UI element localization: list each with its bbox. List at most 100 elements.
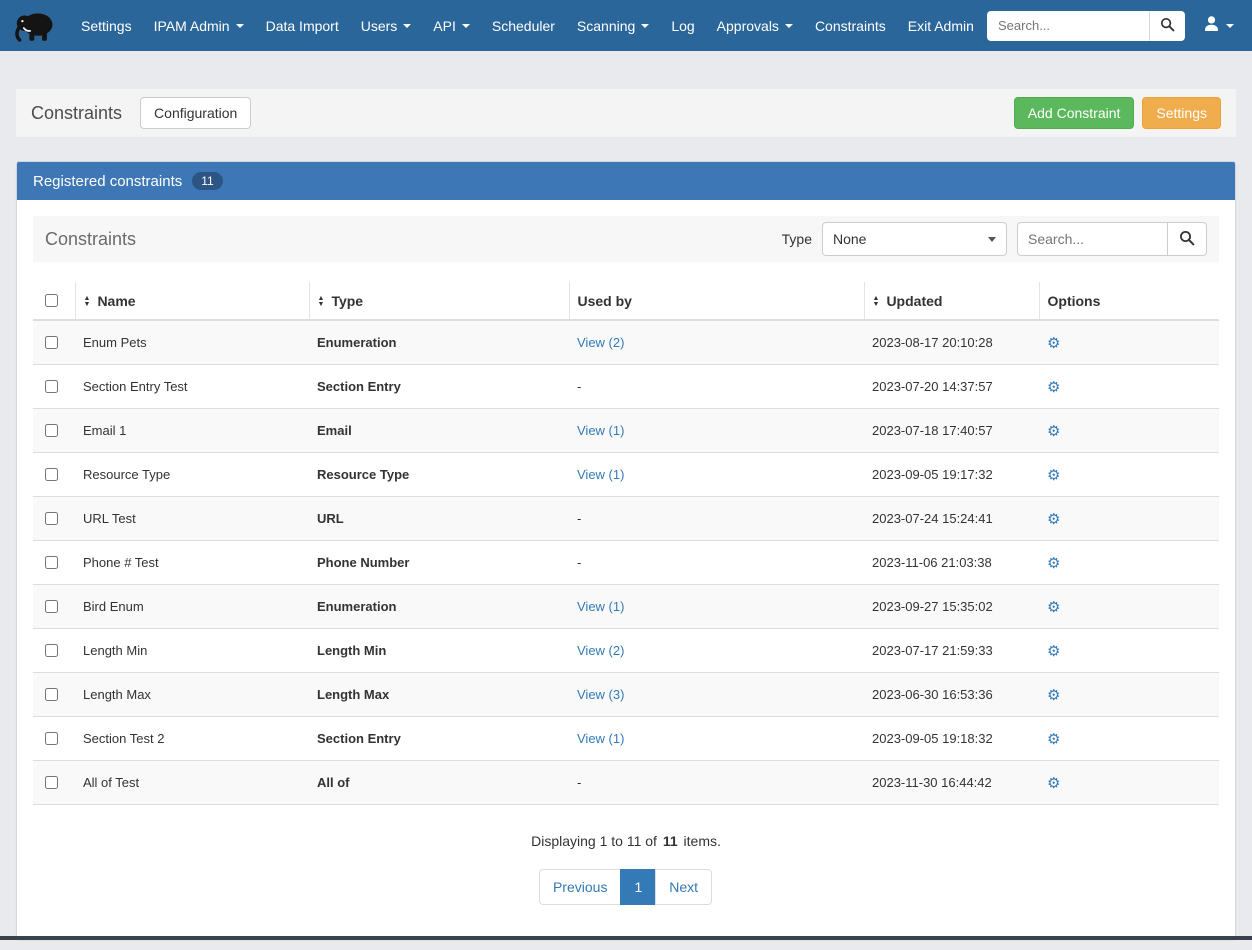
sort-icon[interactable]: ▲ ▼ — [84, 295, 91, 308]
nav-item-scheduler[interactable]: Scheduler — [481, 9, 566, 43]
constraint-updated: 2023-11-30 16:44:42 — [864, 760, 1039, 805]
add-constraint-button[interactable]: Add Constraint — [1013, 97, 1135, 129]
gear-icon[interactable]: ⚙ — [1047, 511, 1060, 528]
used-by-empty: - — [569, 760, 864, 805]
type-filter-label: Type — [781, 231, 812, 247]
nav-item-label: Scanning — [576, 17, 636, 34]
gear-icon[interactable]: ⚙ — [1047, 731, 1060, 748]
row-checkbox[interactable] — [45, 468, 58, 481]
nav-item-exit-admin[interactable]: Exit Admin — [897, 9, 985, 43]
pagination-previous[interactable]: Previous — [538, 869, 622, 905]
table-header-row: ▲ ▼ Name ▲ ▼ Type Used by ▲ ▼ Updated Options — [33, 282, 1219, 321]
used-by-view-link[interactable]: View (1) — [577, 423, 624, 438]
used-by-empty: - — [569, 496, 864, 541]
row-checkbox[interactable] — [45, 644, 58, 657]
row-checkbox[interactable] — [45, 688, 58, 701]
table-row: Section Test 2 Section Entry View (1) 2023-… — [33, 716, 1219, 761]
panel-title: Registered constraints — [33, 172, 183, 190]
chevron-down-icon — [784, 23, 793, 28]
nav-item-constraints[interactable]: Constraints — [804, 9, 897, 43]
row-checkbox[interactable] — [45, 556, 58, 569]
toolbar-heading: Constraints — [45, 228, 137, 249]
used-by-view-link[interactable]: View (3) — [577, 687, 624, 702]
footer-bar — [0, 936, 1252, 940]
nav-item-data-import[interactable]: Data Import — [255, 9, 350, 43]
gear-icon[interactable]: ⚙ — [1047, 467, 1060, 484]
pagination-next[interactable]: Next — [655, 869, 713, 905]
navbar-search-button[interactable] — [1149, 10, 1185, 41]
nav-item-ipam-admin[interactable]: IPAM Admin — [143, 9, 255, 43]
chevron-down-icon — [235, 23, 244, 28]
nav-item-api[interactable]: API — [422, 9, 481, 43]
constraint-type: Section Entry — [309, 716, 569, 761]
row-checkbox[interactable] — [45, 776, 58, 789]
column-header-updated[interactable]: ▲ ▼ Updated — [863, 282, 1039, 321]
constraint-updated: 2023-06-30 16:53:36 — [864, 672, 1039, 717]
constraint-type: URL — [309, 496, 569, 541]
chevron-down-icon — [641, 23, 650, 28]
constraint-name: Section Test 2 — [75, 716, 309, 761]
constraint-type: Enumeration — [309, 584, 569, 629]
user-icon — [1203, 15, 1220, 37]
sort-icon[interactable]: ▲ ▼ — [873, 295, 880, 308]
type-select[interactable]: None — [822, 222, 1007, 256]
navbar-search-group — [987, 10, 1185, 41]
constraints-search-group — [1017, 222, 1207, 256]
constraint-name: Resource Type — [75, 452, 309, 497]
used-by-view-link[interactable]: View (2) — [577, 335, 624, 350]
row-checkbox[interactable] — [45, 732, 58, 745]
sort-icon[interactable]: ▲ ▼ — [318, 295, 325, 308]
constraint-name: URL Test — [75, 496, 309, 541]
gear-icon[interactable]: ⚙ — [1047, 335, 1060, 352]
row-checkbox[interactable] — [45, 336, 58, 349]
search-icon — [1160, 17, 1175, 35]
constraint-updated: 2023-09-05 19:17:32 — [864, 452, 1039, 497]
used-by-view-link[interactable]: View (1) — [577, 467, 624, 482]
gear-icon[interactable]: ⚙ — [1047, 423, 1060, 440]
table-row: Bird Enum Enumeration View (1) 2023-09-27 1… — [33, 584, 1219, 629]
page-title: Constraints — [31, 102, 123, 123]
settings-button[interactable]: Settings — [1142, 97, 1221, 129]
gear-icon[interactable]: ⚙ — [1047, 687, 1060, 704]
constraint-updated: 2023-07-20 14:37:57 — [864, 364, 1039, 409]
row-checkbox[interactable] — [45, 424, 58, 437]
gear-icon[interactable]: ⚙ — [1047, 599, 1060, 616]
nav-item-scanning[interactable]: Scanning — [566, 9, 660, 43]
constraint-updated: 2023-07-24 15:24:41 — [864, 496, 1039, 541]
constraint-updated: 2023-11-06 21:03:38 — [864, 540, 1039, 585]
nav-item-label: Users — [360, 17, 398, 34]
navbar-search-input[interactable] — [987, 10, 1149, 41]
used-by-view-link[interactable]: View (1) — [577, 731, 624, 746]
constraints-table: ▲ ▼ Name ▲ ▼ Type Used by ▲ ▼ Updated Options Enum… — [33, 282, 1219, 805]
column-header-name[interactable]: ▲ ▼ Name — [74, 282, 309, 321]
configuration-button[interactable]: Configuration — [140, 97, 252, 129]
used-by-view-link[interactable]: View (2) — [577, 643, 624, 658]
pagination-page-1[interactable]: 1 — [620, 869, 657, 905]
used-by-view-link[interactable]: View (1) — [577, 599, 624, 614]
nav-item-approvals[interactable]: Approvals — [706, 9, 804, 43]
gear-icon[interactable]: ⚙ — [1047, 775, 1060, 792]
gear-icon[interactable]: ⚙ — [1047, 555, 1060, 572]
nav-menu: Settings IPAM Admin Data Import Users API Sch… — [70, 9, 985, 43]
nav-item-users[interactable]: Users — [350, 9, 423, 43]
select-all-checkbox[interactable] — [45, 294, 58, 307]
gear-icon[interactable]: ⚙ — [1047, 643, 1060, 660]
constraints-search-input[interactable] — [1017, 222, 1167, 256]
table-row: All of Test All of -2023-11-30 16:44:42 ⚙ — [33, 760, 1219, 805]
row-checkbox[interactable] — [45, 600, 58, 613]
row-checkbox[interactable] — [45, 380, 58, 393]
nav-item-log[interactable]: Log — [660, 9, 705, 43]
nav-item-label: Approvals — [716, 17, 779, 34]
column-header-type[interactable]: ▲ ▼ Type — [308, 282, 569, 321]
row-checkbox[interactable] — [45, 512, 58, 525]
table-row: URL Test URL -2023-07-24 15:24:41 ⚙ — [33, 496, 1219, 541]
user-menu[interactable] — [1199, 9, 1238, 43]
pagination: Previous 1 Next — [33, 869, 1219, 905]
nav-item-settings[interactable]: Settings — [70, 9, 143, 43]
constraints-search-button[interactable] — [1167, 222, 1207, 256]
column-header-label: Updated — [886, 292, 943, 309]
chevron-down-icon — [988, 236, 996, 242]
logo-elephant-icon — [14, 8, 56, 44]
constraint-updated: 2023-08-17 20:10:28 — [864, 320, 1039, 365]
gear-icon[interactable]: ⚙ — [1047, 379, 1060, 396]
